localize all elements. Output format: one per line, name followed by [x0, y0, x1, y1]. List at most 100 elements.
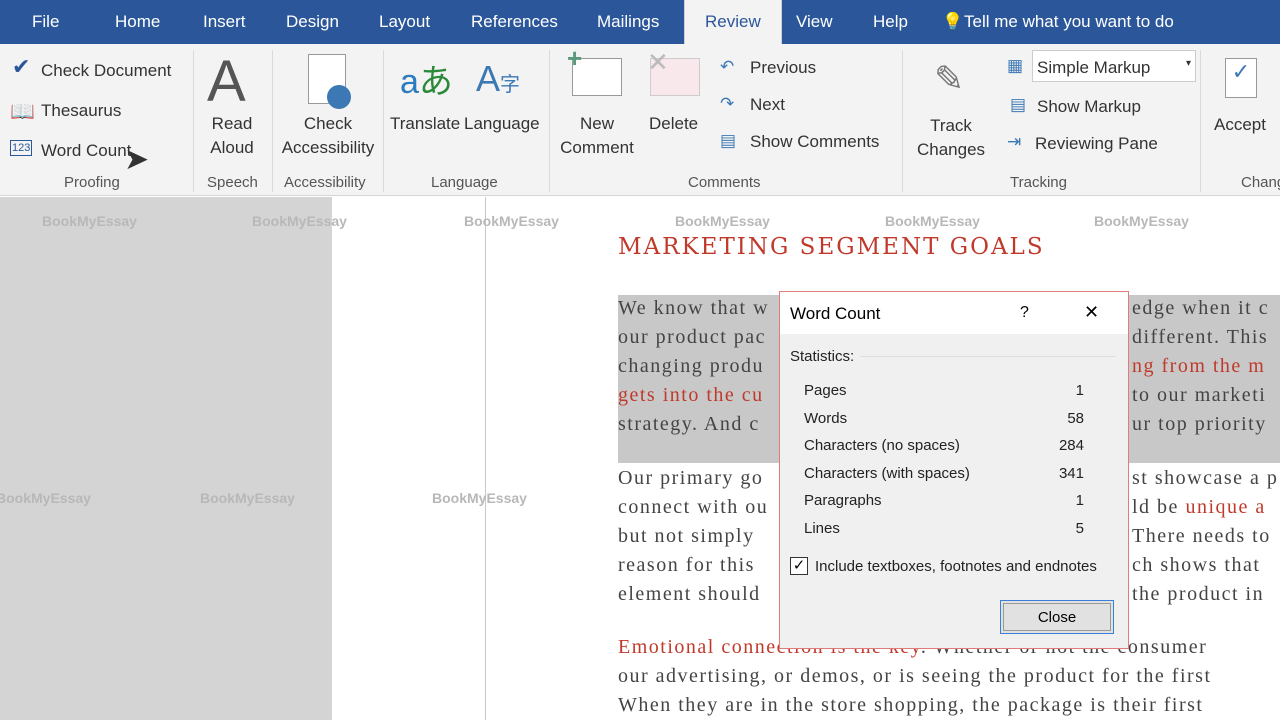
- document-line-fragment: edge when it c: [1132, 297, 1269, 320]
- statistic-row: Words 58: [804, 410, 1084, 427]
- tab-references[interactable]: References: [471, 12, 558, 32]
- label: Accessibility: [281, 138, 375, 157]
- watermark: BookMyEssay: [42, 213, 137, 229]
- tab-insert[interactable]: Insert: [203, 12, 246, 32]
- statistic-value: 341: [1058, 464, 1084, 482]
- word-count-dialog: Word Count ? ✕ Statistics: Pages 1 Words 58…: [779, 291, 1129, 649]
- statistic-row: Pages 1: [804, 382, 1084, 399]
- label: Check: [303, 114, 353, 133]
- label: Changes: [916, 140, 986, 159]
- document-line-fragment: ch shows that: [1132, 554, 1260, 577]
- text: ch shows that: [1132, 554, 1261, 576]
- margin-guide: [485, 197, 486, 720]
- group-label-tracking: Tracking: [1010, 174, 1067, 191]
- word-count-button[interactable]: Word Count: [41, 141, 131, 161]
- close-icon[interactable]: ✕: [1084, 302, 1099, 323]
- new-comment-button[interactable]: New Comment: [552, 112, 642, 160]
- document-line-fragment: ur top priority: [1132, 413, 1267, 436]
- text: ld be: [1132, 496, 1186, 518]
- read-aloud-icon: A: [207, 49, 246, 114]
- dialog-titlebar: Word Count ? ✕: [780, 292, 1128, 334]
- lightbulb-icon: 💡: [942, 12, 964, 31]
- tab-view[interactable]: View: [796, 12, 833, 32]
- statistic-value: 5: [1075, 519, 1084, 537]
- document-line-fragment: ld be unique a: [1132, 496, 1266, 519]
- text: st showcase a p: [1132, 467, 1279, 489]
- delete-comment-icon: ✕: [647, 47, 700, 96]
- track-changes-button[interactable]: Track Changes: [905, 114, 997, 162]
- check-accessibility-button[interactable]: Check Accessibility: [278, 112, 378, 160]
- mouse-cursor-icon: ➤: [124, 143, 150, 176]
- tab-help[interactable]: Help: [873, 12, 908, 32]
- accept-icon: ✓: [1225, 58, 1257, 98]
- text: the product in: [1132, 583, 1265, 605]
- emphasis-text: unique a: [1185, 496, 1266, 518]
- text: edge when it c: [1132, 297, 1270, 319]
- document-line-fragment: ng from the m: [1132, 355, 1265, 378]
- delete-comment-button[interactable]: Delete: [649, 114, 698, 134]
- include-label: Include textboxes, footnotes and endnote…: [815, 558, 1097, 575]
- statistic-row: Lines 5: [804, 520, 1084, 537]
- text: ur top priority: [1132, 413, 1267, 435]
- statistic-label: Characters (no spaces): [804, 437, 960, 454]
- statistic-row: Characters (no spaces) 284: [804, 437, 1084, 454]
- document-margin: [0, 197, 332, 720]
- document-line-fragment: reason for this: [618, 554, 755, 576]
- book-icon: 📖: [10, 101, 35, 123]
- word-count-icon: 123: [10, 140, 33, 156]
- text: There needs to: [1132, 525, 1271, 547]
- check-document-button[interactable]: Check Document: [41, 61, 171, 81]
- document-line: our advertising, or demos, or is seeing …: [618, 665, 1212, 688]
- label: Aloud: [210, 138, 254, 157]
- tab-file[interactable]: File: [32, 12, 59, 32]
- document-line-fragment: changing produ: [618, 355, 764, 377]
- watermark: BookMyEssay: [675, 213, 770, 229]
- text: When they are in the store shopping, the…: [618, 694, 1204, 716]
- previous-comment-button[interactable]: Previous: [750, 58, 816, 78]
- tab-review[interactable]: Review: [684, 0, 782, 45]
- document-line-fragment: but not simply: [618, 525, 755, 547]
- watermark: BookMyEssay: [200, 490, 295, 506]
- tab-layout[interactable]: Layout: [379, 12, 430, 32]
- language-button[interactable]: Language: [464, 114, 540, 134]
- chevron-down-icon: ▾: [1185, 58, 1191, 69]
- next-comment-button[interactable]: Next: [750, 95, 785, 115]
- next-icon: ↷: [720, 94, 735, 113]
- new-comment-icon: +: [567, 43, 622, 96]
- include-checkbox[interactable]: ✓: [790, 557, 808, 575]
- document-line-fragment: strategy. And c: [618, 413, 760, 435]
- tab-home[interactable]: Home: [115, 12, 160, 32]
- label: Comment: [560, 138, 634, 157]
- show-markup-button[interactable]: Show Markup: [1037, 97, 1141, 117]
- tab-mailings[interactable]: Mailings: [597, 12, 659, 32]
- watermark: BookMyEssay: [252, 213, 347, 229]
- show-comments-button[interactable]: Show Comments: [750, 132, 879, 152]
- label: Read: [211, 114, 253, 133]
- tab-design[interactable]: Design: [286, 12, 339, 32]
- watermark: BookMyEssay: [885, 213, 980, 229]
- accept-button[interactable]: Accept: [1214, 115, 1266, 135]
- text: our advertising, or demos, or is seeing …: [618, 665, 1212, 687]
- reviewing-pane-icon: ⇥: [1007, 132, 1022, 151]
- statistic-value: 1: [1075, 492, 1084, 509]
- markup-icon: ▦: [1007, 56, 1024, 75]
- markup-select-value: Simple Markup: [1037, 58, 1151, 77]
- tell-me-search[interactable]: Tell me what you want to do: [964, 12, 1174, 32]
- reviewing-pane-button[interactable]: Reviewing Pane: [1035, 134, 1158, 154]
- text: to our marketi: [1132, 384, 1267, 406]
- watermark: BookMyEssay: [0, 490, 91, 506]
- watermark: BookMyEssay: [432, 490, 527, 506]
- document-line: When they are in the store shopping, the…: [618, 694, 1203, 717]
- close-button[interactable]: Close: [1000, 600, 1114, 634]
- group-label-comments: Comments: [688, 174, 761, 191]
- document-line-fragment: element should: [618, 583, 761, 605]
- statistic-label: Words: [804, 409, 848, 427]
- markup-select[interactable]: Simple Markup ▾: [1032, 50, 1196, 82]
- group-label-accessibility: Accessibility: [284, 174, 366, 191]
- translate-button[interactable]: Translate: [390, 114, 460, 134]
- help-button[interactable]: ?: [1020, 304, 1029, 322]
- thesaurus-button[interactable]: Thesaurus: [41, 101, 121, 121]
- read-aloud-button[interactable]: Read Aloud: [200, 112, 264, 160]
- label: Track: [930, 116, 972, 135]
- dialog-title: Word Count: [790, 304, 881, 323]
